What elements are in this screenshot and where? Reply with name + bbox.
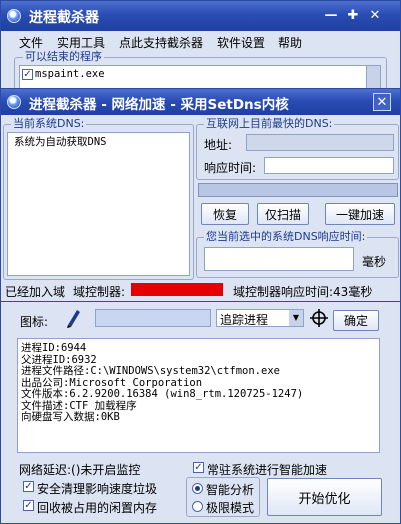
resident-label: 常驻系统进行智能加速 <box>207 463 328 477</box>
disk-write: 向硬盘写入数据:0KB <box>21 411 120 423</box>
ms-unit-label: 毫秒 <box>362 255 387 269</box>
start-optimize-button[interactable]: 开始优化 <box>267 478 382 516</box>
process-path-field[interactable] <box>95 309 211 327</box>
maximize-button[interactable]: ✚ <box>344 7 362 25</box>
program-item[interactable]: mspaint.exe <box>35 68 105 81</box>
domain-controller-label: 域控制器: <box>73 285 126 299</box>
reclaim-memory-label: 回收被占用的闲置内存 <box>37 501 158 515</box>
extreme-mode-label: 极限模式 <box>206 501 255 515</box>
chevron-down-icon[interactable]: ▼ <box>289 310 303 326</box>
current-dns-value: 系统为自动获取DNS <box>14 136 107 148</box>
domain-controller-value-redacted <box>131 283 223 296</box>
safe-clean-checkbox[interactable]: ✓ <box>23 481 34 492</box>
safe-clean-label: 安全清理影响速度垃圾 <box>37 482 158 496</box>
menu-bar: 文件 实用工具 点此支持截杀器 软件设置 帮助 <box>1 31 400 51</box>
smart-analysis-radio[interactable] <box>192 483 203 494</box>
current-dns-list: 系统为自动获取DNS <box>7 132 190 276</box>
dns-window: 进程截杀器 - 网络加速 - 采用SetDns内核 ✕ 当前系统DNS: 系统为… <box>0 88 401 302</box>
address-label: 地址: <box>204 138 233 152</box>
smart-analysis-label: 智能分析 <box>206 483 255 497</box>
extreme-mode-radio[interactable] <box>192 501 203 512</box>
restore-button[interactable]: 恢复 <box>201 203 249 225</box>
dns-app-logo-icon <box>7 95 21 109</box>
trace-dropdown[interactable]: 追踪进程 ▼ <box>216 309 304 327</box>
menu-support[interactable]: 点此支持截杀器 <box>119 34 203 51</box>
main-title: 进程截杀器 <box>29 10 99 26</box>
response-time-label: 响应时间: <box>204 161 257 175</box>
selected-dns-response-field[interactable] <box>204 247 354 271</box>
domain-joined-status: 已经加入域 <box>5 285 66 299</box>
address-field[interactable] <box>246 134 394 151</box>
dns-close-button[interactable]: ✕ <box>373 93 391 111</box>
icon-label: 图标: <box>20 315 49 329</box>
dns-title: 进程截杀器 - 网络加速 - 采用SetDns内核 <box>29 97 289 113</box>
scan-progress-bar <box>198 183 398 197</box>
one-click-accelerate-button[interactable]: 一键加速 <box>325 203 395 225</box>
dns-title-bar: 进程截杀器 - 网络加速 - 采用SetDns内核 ✕ <box>1 89 400 115</box>
menu-help[interactable]: 帮助 <box>278 34 302 51</box>
response-time-field[interactable] <box>264 157 394 174</box>
ended-programs-group-title: 可以结束的程序 <box>23 50 104 63</box>
process-id: 进程ID:6944 <box>21 342 87 354</box>
trace-dropdown-value: 追踪进程 <box>220 313 269 327</box>
menu-tools[interactable]: 实用工具 <box>57 34 105 51</box>
current-dns-group-title: 当前系统DNS: <box>11 117 87 130</box>
main-title-bar: 进程截杀器 — ✚ ✕ <box>1 1 400 31</box>
file-version: 文件版本:6.2.9200.16384 (win8_rtm.120725-124… <box>21 388 304 400</box>
process-info-panel: 进程ID:6944 父进程ID:6932 进程文件路径:C:\WINDOWS\s… <box>17 338 380 453</box>
resident-checkbox[interactable]: ✓ <box>193 462 204 473</box>
reclaim-memory-checkbox[interactable]: ✓ <box>23 500 34 511</box>
menu-file[interactable]: 文件 <box>19 34 43 51</box>
process-file-path: 进程文件路径:C:\WINDOWS\system32\ctfmon.exe <box>21 365 280 377</box>
minimize-button[interactable]: — <box>322 7 340 25</box>
app-logo-icon <box>7 9 21 23</box>
best-dns-group-title: 互联网上目前最快的DNS: <box>204 117 335 130</box>
program-checkbox[interactable]: ✓ <box>22 69 33 80</box>
selected-dns-group-title: 您当前选中的系统DNS响应时间: <box>204 230 368 243</box>
close-button[interactable]: ✕ <box>366 7 384 25</box>
pen-icon <box>64 307 82 329</box>
domain-controller-response-time: 域控制器响应时间:43毫秒 <box>233 285 373 299</box>
menu-settings[interactable]: 软件设置 <box>217 34 265 51</box>
crosshair-icon[interactable] <box>310 309 328 327</box>
confirm-button[interactable]: 确定 <box>333 310 379 331</box>
scan-only-button[interactable]: 仅扫描 <box>257 203 309 225</box>
net-latency-status: 网络延迟:()未开启监控 <box>19 463 141 477</box>
